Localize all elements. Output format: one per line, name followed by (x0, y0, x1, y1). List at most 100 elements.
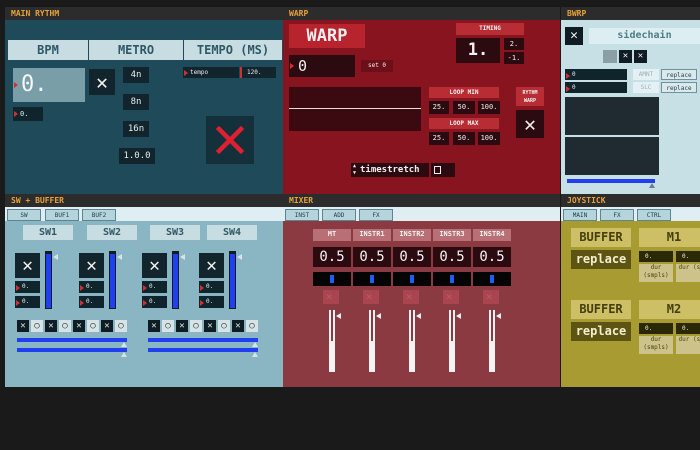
replace-button-1[interactable]: replace (571, 250, 631, 269)
m2-number-a[interactable]: 0. (639, 323, 673, 334)
mixer-channel-value[interactable]: 0.5 (393, 247, 431, 267)
tab-add[interactable]: ADD (322, 209, 356, 221)
x-toggle[interactable]: ✕ (232, 320, 244, 332)
circle-toggle[interactable]: ○ (31, 320, 43, 332)
circle-toggle[interactable]: ○ (87, 320, 99, 332)
metro-toggle-button[interactable]: ✕ (89, 69, 115, 95)
sw-volume-slider[interactable] (109, 251, 116, 309)
mixer-volume-fader[interactable] (329, 310, 335, 372)
mixer-mute-button[interactable]: ✕ (363, 290, 379, 304)
mixer-mute-button[interactable]: ✕ (323, 290, 339, 304)
mixer-channel-value[interactable]: 0.5 (313, 247, 351, 267)
tab-inst[interactable]: INST (285, 209, 319, 221)
m1-number-a[interactable]: 0. (639, 251, 673, 262)
tempo-number-box[interactable]: tempo (183, 67, 239, 78)
sw-toggle-button[interactable]: ✕ (79, 253, 104, 278)
sw-toggle-button[interactable]: ✕ (199, 253, 224, 278)
metro-option-8n[interactable]: 8n (123, 94, 149, 110)
sw-toggle-button[interactable]: ✕ (142, 253, 167, 278)
timing-small-2[interactable]: -1. (504, 52, 524, 64)
sw-number[interactable]: 0. (142, 281, 167, 293)
tab-buf1[interactable]: BUF1 (45, 209, 79, 221)
circle-toggle[interactable]: ○ (218, 320, 230, 332)
circle-toggle[interactable]: ○ (190, 320, 202, 332)
sw-number[interactable]: 0. (142, 296, 167, 308)
mixer-volume-fader[interactable] (449, 310, 455, 372)
metro-option-16n[interactable]: 16n (123, 121, 149, 137)
mixer-channel-value[interactable]: 0.5 (433, 247, 471, 267)
loop-max-25[interactable]: 25. (429, 132, 449, 145)
m1-number-b[interactable]: 0. (676, 251, 700, 262)
sw-number[interactable]: 0. (199, 281, 224, 293)
slc-number[interactable]: 0 (565, 82, 627, 93)
replace-button-2[interactable]: replace (571, 322, 631, 341)
bwrp-mini-box[interactable] (603, 50, 617, 63)
x-toggle[interactable]: ✕ (176, 320, 188, 332)
rythm-warp-toggle[interactable]: ✕ (516, 110, 544, 138)
mode-checkbox[interactable] (431, 163, 455, 177)
mixer-pan-meter[interactable] (353, 272, 391, 286)
mixer-volume-fader[interactable] (409, 310, 415, 372)
amnt-replace-button[interactable]: replace (661, 69, 697, 80)
tempo-value-box[interactable]: 120. (240, 67, 276, 78)
amnt-number[interactable]: 0 (565, 69, 627, 80)
buffer-position-slider[interactable] (17, 338, 127, 342)
m2-number-b[interactable]: 0. (676, 323, 700, 334)
loop-max-50[interactable]: 50. (453, 132, 475, 145)
tab-ctrl[interactable]: CTRL (637, 209, 671, 221)
waveform-display[interactable] (289, 87, 421, 131)
x-toggle[interactable]: ✕ (45, 320, 57, 332)
tab-fx[interactable]: FX (359, 209, 393, 221)
buffer-position-slider[interactable] (17, 348, 127, 352)
loop-min-50[interactable]: 50. (453, 101, 475, 114)
x-toggle[interactable]: ✕ (17, 320, 29, 332)
circle-toggle[interactable]: ○ (246, 320, 258, 332)
slc-replace-button[interactable]: replace (661, 82, 697, 93)
x-toggle[interactable]: ✕ (73, 320, 85, 332)
bwrp-mini-x-1[interactable]: ✕ (619, 50, 632, 63)
bpm-small-number[interactable]: 0. (13, 107, 43, 121)
buffer-position-slider[interactable] (148, 348, 258, 352)
warp-number-box[interactable]: 0 (289, 55, 355, 77)
sw-number[interactable]: 0. (79, 296, 104, 308)
mixer-pan-meter[interactable] (313, 272, 351, 286)
mixer-mute-button[interactable]: ✕ (483, 290, 499, 304)
loop-min-25[interactable]: 25. (429, 101, 449, 114)
mode-dropdown[interactable]: ▲ ▼ timestretch (351, 163, 429, 177)
tempo-cancel-button[interactable] (206, 116, 254, 164)
timing-number-box[interactable]: 1. (456, 38, 500, 63)
mixer-mute-button[interactable]: ✕ (403, 290, 419, 304)
x-toggle[interactable]: ✕ (148, 320, 160, 332)
buffer-position-slider[interactable] (148, 338, 258, 342)
bwrp-position-slider[interactable] (567, 179, 655, 183)
mixer-channel-value[interactable]: 0.5 (353, 247, 391, 267)
sw-toggle-button[interactable]: ✕ (15, 253, 40, 278)
timing-small-1[interactable]: 2. (504, 38, 524, 50)
bpm-number-box[interactable]: 0. (13, 68, 85, 102)
tab-main[interactable]: MAIN (563, 209, 597, 221)
sw-volume-slider[interactable] (229, 251, 236, 309)
x-toggle[interactable]: ✕ (204, 320, 216, 332)
metro-option-4n[interactable]: 4n (123, 67, 149, 83)
circle-toggle[interactable]: ○ (59, 320, 71, 332)
mixer-volume-fader[interactable] (369, 310, 375, 372)
sw-volume-slider[interactable] (172, 251, 179, 309)
loop-max-100[interactable]: 100. (478, 132, 500, 145)
mixer-pan-meter[interactable] (473, 272, 511, 286)
mixer-channel-value[interactable]: 0.5 (473, 247, 511, 267)
x-toggle[interactable]: ✕ (101, 320, 113, 332)
sw-volume-slider[interactable] (45, 251, 52, 309)
bwrp-toggle[interactable]: ✕ (565, 27, 583, 45)
tab-fx[interactable]: FX (600, 209, 634, 221)
circle-toggle[interactable]: ○ (162, 320, 174, 332)
sw-number[interactable]: 0. (15, 281, 40, 293)
circle-toggle[interactable]: ○ (115, 320, 127, 332)
sw-number[interactable]: 0. (199, 296, 224, 308)
mixer-pan-meter[interactable] (393, 272, 431, 286)
mixer-pan-meter[interactable] (433, 272, 471, 286)
loop-min-100[interactable]: 100. (478, 101, 500, 114)
sw-number[interactable]: 0. (79, 281, 104, 293)
mixer-mute-button[interactable]: ✕ (443, 290, 459, 304)
sw-number[interactable]: 0. (15, 296, 40, 308)
tab-buf2[interactable]: BUF2 (82, 209, 116, 221)
